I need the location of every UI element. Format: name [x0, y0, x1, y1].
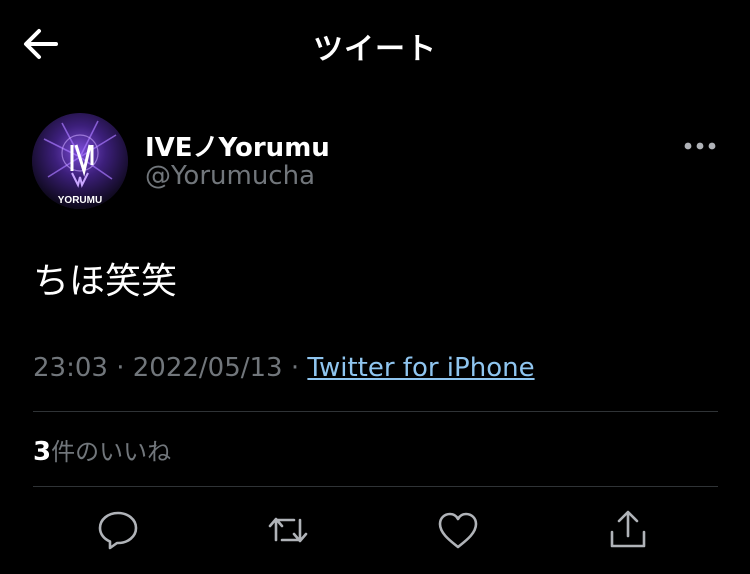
- share-icon: [610, 510, 646, 548]
- username-handle[interactable]: @Yorumucha: [145, 161, 315, 191]
- divider: [33, 486, 718, 487]
- likes-count-link[interactable]: 3件のいいね: [33, 432, 171, 467]
- tweet-source-link[interactable]: Twitter for iPhone: [307, 353, 534, 383]
- like-label: 件のいいね: [51, 438, 172, 466]
- page-title: ツイート: [313, 32, 437, 67]
- heart-icon: [438, 512, 478, 549]
- display-name[interactable]: IVEノYorumu: [145, 127, 330, 164]
- avatar-image: YORUMU: [32, 113, 128, 209]
- top-bar: ツイート: [0, 0, 750, 88]
- like-button[interactable]: [436, 508, 480, 552]
- retweet-icon: [268, 517, 308, 543]
- more-options-button[interactable]: [682, 136, 718, 156]
- retweet-button[interactable]: [266, 508, 310, 552]
- tweet-metadata: 23:03 · 2022/05/13 · Twitter for iPhone: [33, 353, 535, 383]
- svg-text:YORUMU: YORUMU: [58, 195, 102, 206]
- divider: [33, 411, 718, 412]
- tweet-date: 2022/05/13: [132, 353, 283, 383]
- like-count: 3: [33, 437, 52, 467]
- tweet-time: 23:03: [33, 353, 108, 383]
- share-button[interactable]: [606, 508, 650, 552]
- meta-separator: ·: [282, 353, 308, 383]
- reply-icon: [98, 511, 138, 550]
- avatar[interactable]: YORUMU: [32, 113, 128, 209]
- more-horizontal-icon: [684, 142, 716, 150]
- tweet-text: ちほ笑笑: [33, 261, 178, 302]
- meta-separator: ·: [107, 353, 133, 383]
- reply-button[interactable]: [96, 508, 140, 552]
